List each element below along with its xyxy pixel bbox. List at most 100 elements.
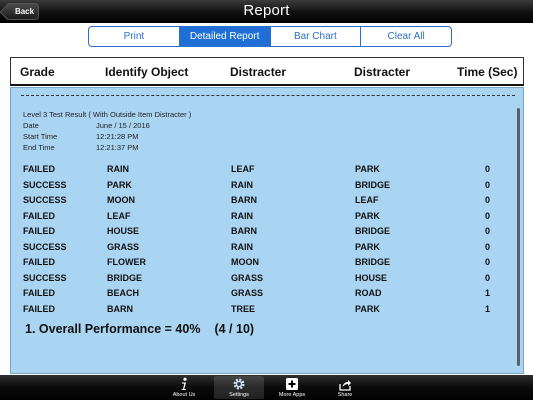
performance-text: 1. Overall Performance = 40%: [25, 322, 201, 336]
cell-grade: FAILED: [23, 210, 56, 221]
cell-distracter-2: HOUSE: [355, 272, 388, 283]
cell-grade: SUCCESS: [23, 195, 67, 205]
cell-distracter-1: GRASS: [231, 272, 264, 283]
cell-distracter-1: RAIN: [231, 210, 253, 221]
performance-ratio: (4 / 10): [214, 322, 255, 336]
column-header-time: Time (Sec): [457, 65, 518, 79]
cell-object: BEACH: [107, 288, 140, 298]
tab-settings[interactable]: Settings: [214, 376, 264, 399]
share-icon: [337, 376, 353, 391]
report-date: Date June / 15 / 2016: [23, 121, 150, 130]
tab-label: Share: [337, 392, 353, 398]
info-icon: [176, 376, 192, 391]
cell-object: RAIN: [107, 164, 129, 174]
tab-label: Settings: [229, 392, 249, 398]
cell-distracter-2: PARK: [355, 164, 380, 174]
cell-object: MOON: [107, 195, 135, 205]
cell-time: 1: [485, 288, 491, 298]
cell-distracter-1: RAIN: [231, 241, 253, 252]
column-header-identify-object: Identify Object: [105, 65, 189, 79]
column-header-distracter-1: Distracter: [230, 65, 287, 79]
vertical-scrollbar[interactable]: [517, 108, 520, 366]
cell-time: 1: [485, 303, 491, 314]
cell-distracter-2: BRIDGE: [355, 179, 391, 190]
table-row: FAILED LEAF RAIN PARK 0: [23, 211, 503, 223]
gear-icon: [231, 376, 247, 391]
cell-object: HOUSE: [107, 226, 140, 236]
table-row: FAILED FLOWER MOON BRIDGE 0: [23, 257, 503, 269]
cell-object: BRIDGE: [107, 272, 143, 283]
cell-distracter-1: TREE: [231, 303, 256, 314]
cell-time: 0: [485, 195, 491, 205]
cell-object: FLOWER: [107, 257, 146, 267]
table-row: FAILED BARN TREE PARK 1: [23, 304, 503, 316]
cell-grade: FAILED: [23, 288, 56, 298]
table-row: SUCCESS MOON BARN LEAF 0: [23, 195, 503, 207]
segment-bar-chart[interactable]: Bar Chart: [271, 27, 362, 46]
segment-detailed-report[interactable]: Detailed Report: [179, 27, 271, 46]
cell-object: GRASS: [107, 241, 140, 252]
start-time-value: 12:21:28 PM: [96, 132, 139, 141]
cell-distracter-1: LEAF: [231, 164, 255, 174]
tab-label: About Us: [172, 392, 196, 398]
table-row: FAILED HOUSE BARN BRIDGE 0: [23, 226, 503, 238]
navigation-bar: Back Report: [0, 0, 533, 23]
segment-clear-all[interactable]: Clear All: [361, 27, 451, 46]
dashed-divider: [21, 95, 515, 96]
cell-distracter-1: GRASS: [231, 288, 264, 298]
cell-distracter-2: PARK: [355, 210, 380, 221]
table-row: SUCCESS GRASS RAIN PARK 0: [23, 242, 503, 254]
cell-distracter-1: BARN: [231, 195, 257, 205]
cell-grade: FAILED: [23, 257, 56, 267]
overall-performance: 1. Overall Performance = 40% (4 / 10): [25, 322, 254, 336]
report-start-time: Start Time 12:21:28 PM: [23, 132, 139, 141]
cell-time: 0: [485, 164, 491, 174]
cell-distracter-1: MOON: [231, 257, 259, 267]
cell-grade: FAILED: [23, 303, 56, 314]
cell-distracter-2: PARK: [355, 303, 380, 314]
cell-distracter-1: BARN: [231, 226, 257, 236]
cell-distracter-1: RAIN: [231, 179, 253, 190]
cell-grade: SUCCESS: [23, 241, 67, 252]
cell-object: BARN: [107, 303, 133, 314]
cell-time: 0: [485, 272, 491, 283]
cell-object: LEAF: [107, 210, 131, 221]
table-row: SUCCESS BRIDGE GRASS HOUSE 0: [23, 273, 503, 285]
cell-distracter-2: BRIDGE: [355, 257, 391, 267]
table-row: FAILED RAIN LEAF PARK 0: [23, 164, 503, 176]
back-button-label: Back: [14, 7, 35, 16]
column-header-distracter-2: Distracter: [354, 65, 411, 79]
cell-time: 0: [485, 179, 491, 190]
tab-bar: About Us Settings More Apps Share: [0, 375, 533, 400]
start-time-label: Start Time: [23, 132, 58, 141]
report-panel[interactable]: Level 3 Test Result ( With Outside Item …: [10, 87, 524, 374]
cell-time: 0: [485, 226, 491, 236]
cell-time: 0: [485, 210, 491, 221]
page-title: Report: [243, 2, 290, 19]
segment-print[interactable]: Print: [89, 27, 180, 46]
cell-grade: FAILED: [23, 226, 56, 236]
report-title: Level 3 Test Result ( With Outside Item …: [23, 110, 192, 119]
report-segmented-control: Print Detailed Report Bar Chart Clear Al…: [88, 26, 452, 47]
report-end-time: End Time 12:21:37 PM: [23, 143, 139, 152]
cell-distracter-2: PARK: [355, 241, 380, 252]
cell-time: 0: [485, 241, 491, 252]
tab-label: More Apps: [278, 392, 306, 398]
tab-about-us[interactable]: About Us: [159, 376, 209, 399]
cell-distracter-2: ROAD: [355, 288, 382, 298]
tab-share[interactable]: Share: [320, 376, 370, 399]
table-row: FAILED BEACH GRASS ROAD 1: [23, 288, 503, 300]
date-value: June / 15 / 2016: [96, 121, 150, 130]
column-header-grade: Grade: [20, 65, 55, 79]
end-time-value: 12:21:37 PM: [96, 143, 139, 152]
cell-time: 0: [485, 257, 491, 267]
cell-distracter-2: BRIDGE: [355, 226, 391, 236]
cell-distracter-2: LEAF: [355, 195, 379, 205]
end-time-label: End Time: [23, 143, 55, 152]
cell-grade: SUCCESS: [23, 272, 67, 283]
plus-icon: [284, 376, 300, 391]
table-header: Grade Identify Object Distracter Distrac…: [10, 57, 524, 86]
table-row: SUCCESS PARK RAIN BRIDGE 0: [23, 180, 503, 192]
tab-more-apps[interactable]: More Apps: [267, 376, 317, 399]
cell-object: PARK: [107, 179, 132, 190]
